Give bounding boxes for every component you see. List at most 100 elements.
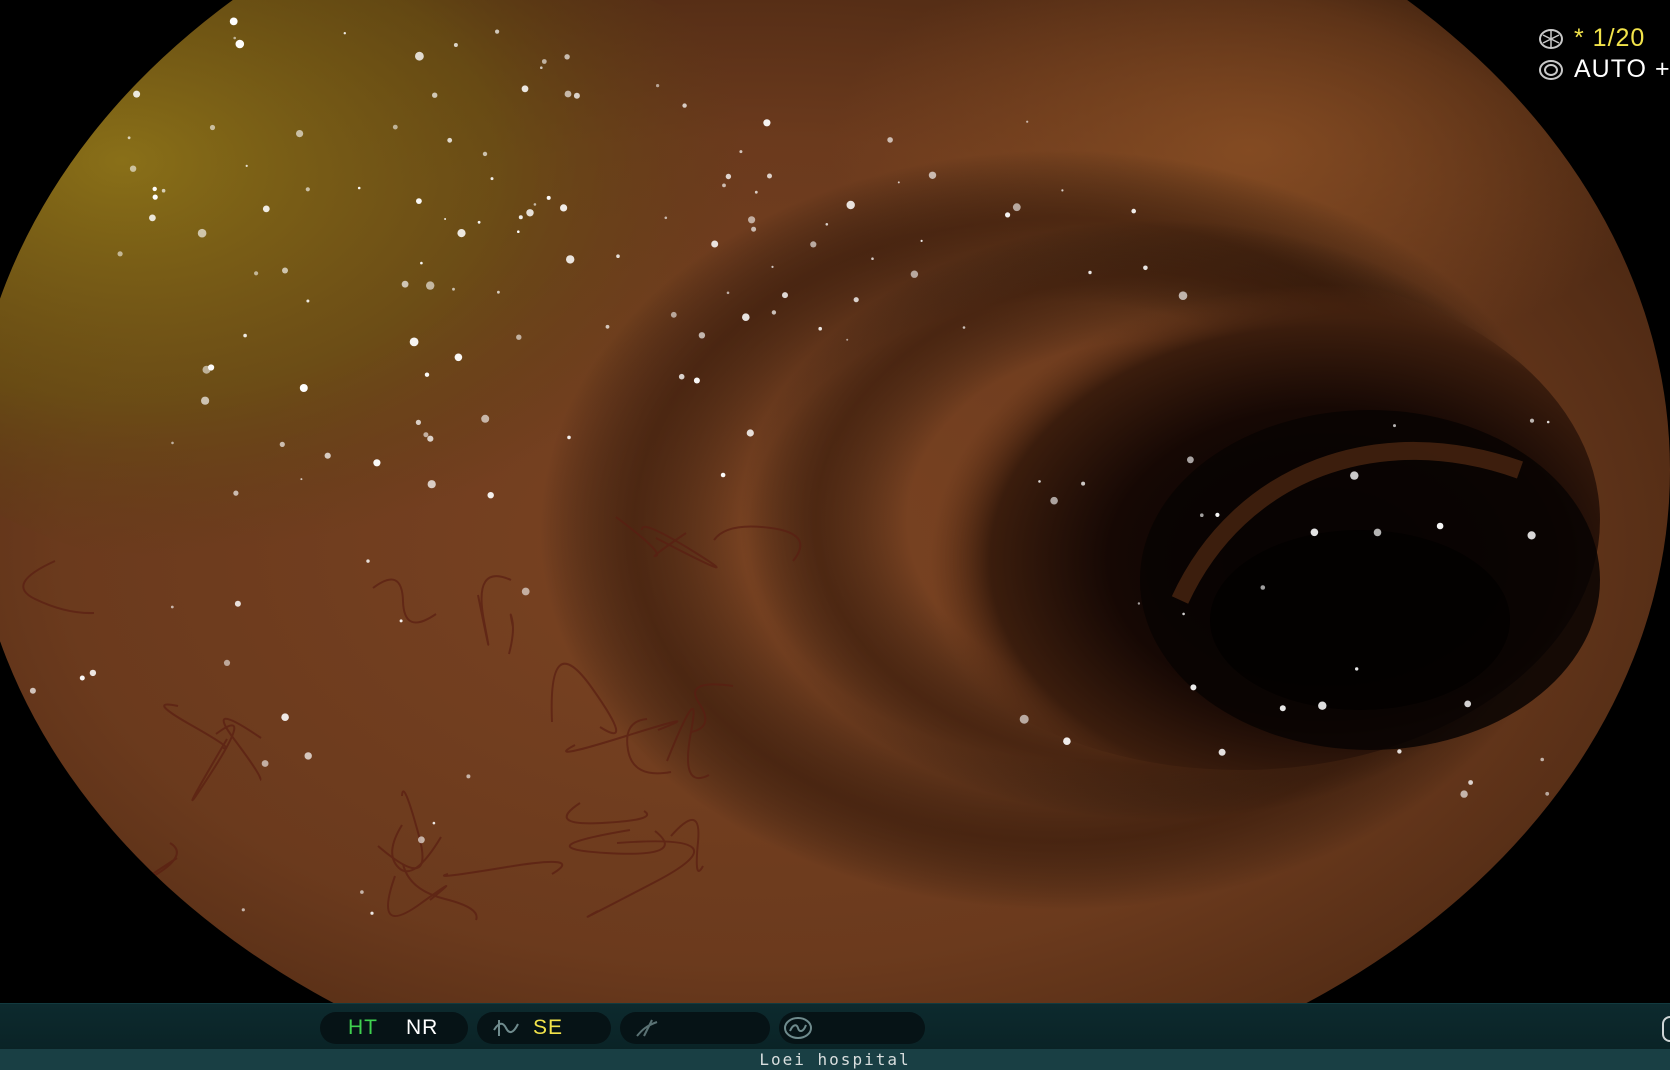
specular-glint xyxy=(490,177,494,181)
specular-glint xyxy=(129,165,137,172)
specular-glint xyxy=(664,216,668,220)
specular-glint xyxy=(357,186,361,190)
ht-indicator: HT xyxy=(348,1016,378,1039)
specular-glint xyxy=(427,480,436,489)
specular-glint xyxy=(424,372,430,377)
specular-glint xyxy=(1355,667,1359,671)
specular-glint xyxy=(399,619,403,623)
specular-glint xyxy=(171,441,174,445)
specular-glint xyxy=(739,150,743,154)
specular-glint xyxy=(127,136,131,140)
specular-glint xyxy=(748,216,756,224)
specular-glint xyxy=(373,459,381,467)
specular-glint xyxy=(1393,424,1396,428)
specular-glint xyxy=(1436,522,1444,530)
specular-glint xyxy=(1063,737,1071,745)
color-enhance-icon xyxy=(636,1019,658,1037)
specular-glint xyxy=(482,151,488,157)
specular-glint xyxy=(541,59,547,64)
specular-glint xyxy=(170,605,174,609)
endoscope-viewport: * 1/20 AUTO + xyxy=(0,0,1670,1003)
specular-glint xyxy=(846,338,849,341)
specular-glint xyxy=(416,198,422,205)
specular-glint xyxy=(1038,480,1041,483)
specular-glint xyxy=(518,215,523,220)
specular-glint xyxy=(1527,531,1536,540)
specular-glint xyxy=(161,188,166,193)
specular-glint xyxy=(427,435,434,442)
specular-glint xyxy=(564,90,572,98)
specular-glint xyxy=(1350,471,1359,480)
specular-glint xyxy=(810,241,817,248)
specular-glint xyxy=(1464,700,1472,708)
specular-glint xyxy=(418,836,425,844)
specular-glint xyxy=(305,187,310,192)
specular-glint xyxy=(360,890,364,894)
specular-glint xyxy=(89,669,97,677)
specular-glint xyxy=(423,432,429,438)
specular-glint xyxy=(616,254,620,258)
specular-glint xyxy=(233,36,236,40)
structure-enhance-pill: SE xyxy=(477,1012,611,1044)
specular-glint xyxy=(324,452,331,459)
specular-glint xyxy=(79,675,85,681)
specular-glint xyxy=(1137,602,1141,605)
specular-glint xyxy=(1182,612,1185,616)
institution-name: Loei hospital xyxy=(759,1050,911,1069)
specular-glint xyxy=(29,687,36,694)
exposure-value: AUTO + xyxy=(1574,55,1670,83)
specular-glint xyxy=(444,218,447,220)
specular-glint xyxy=(871,257,874,261)
specular-glint xyxy=(782,292,788,299)
specular-glint xyxy=(897,181,900,184)
specular-glint xyxy=(1397,749,1402,754)
specular-glint xyxy=(560,204,568,212)
specular-glint xyxy=(279,441,285,447)
specular-glint xyxy=(670,311,677,318)
specular-glint xyxy=(1215,512,1220,518)
specular-glint xyxy=(262,205,270,213)
specular-glint xyxy=(452,287,455,291)
specular-glint xyxy=(229,17,238,26)
specular-glint xyxy=(1260,585,1266,590)
specular-glint xyxy=(726,291,730,295)
specular-glint xyxy=(495,29,500,34)
aperture-icon xyxy=(1539,28,1563,49)
specular-glint xyxy=(415,51,424,61)
specular-glint xyxy=(234,600,241,607)
specular-glint xyxy=(678,373,685,380)
specular-glint xyxy=(152,186,157,192)
specular-glint xyxy=(1061,189,1064,192)
specular-glint xyxy=(209,124,216,131)
specular-glint xyxy=(208,364,215,371)
specular-glint xyxy=(564,54,570,60)
specular-glint xyxy=(1545,791,1550,796)
specular-glint xyxy=(233,490,239,496)
specular-glint xyxy=(526,209,534,217)
structure-enhance-icon xyxy=(493,1020,519,1036)
specular-glint xyxy=(567,435,571,440)
specular-glint xyxy=(133,90,141,98)
specular-glint xyxy=(481,414,490,423)
specular-glint xyxy=(370,911,374,915)
specular-glint xyxy=(281,713,289,721)
specular-glint xyxy=(243,333,247,338)
specular-glint xyxy=(1026,120,1029,123)
specular-glint xyxy=(656,84,660,88)
specular-glint xyxy=(540,66,543,69)
specular-glint xyxy=(742,313,750,322)
specular-glint xyxy=(722,183,726,188)
specular-glint xyxy=(928,171,937,179)
specular-glint xyxy=(1529,418,1535,423)
specular-glint xyxy=(409,337,419,347)
specular-glint xyxy=(1540,757,1544,762)
specular-glint xyxy=(245,164,248,167)
specular-glint xyxy=(818,326,822,331)
specular-glint xyxy=(296,130,304,138)
specular-glint xyxy=(573,92,580,99)
specular-glint xyxy=(1218,748,1226,756)
specular-glint xyxy=(1019,714,1029,724)
specular-glint xyxy=(223,659,231,667)
specular-glint xyxy=(1190,684,1197,691)
specular-glint xyxy=(454,353,463,362)
